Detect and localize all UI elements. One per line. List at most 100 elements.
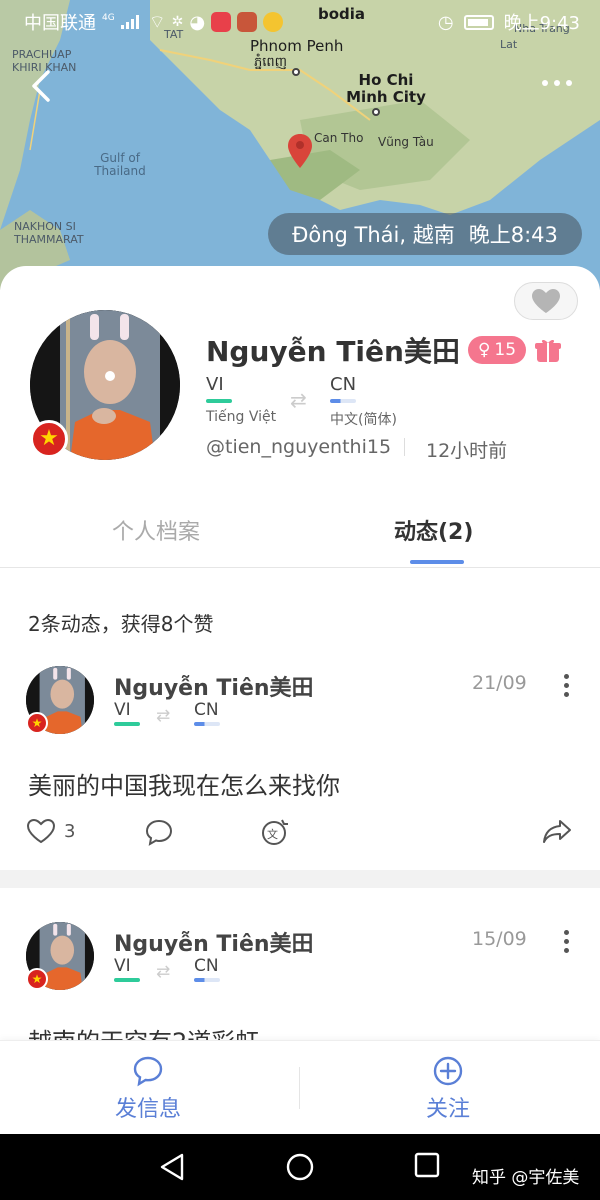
battery-icon — [463, 14, 494, 30]
post-more-button[interactable] — [564, 674, 569, 697]
location-pin-icon — [288, 134, 312, 168]
location-pill: Đông Thái, 越南 晚上8:43 — [268, 213, 582, 255]
alarm-icon: ◷ — [437, 11, 454, 33]
post-learning-bar — [194, 722, 220, 726]
plus-circle-icon — [433, 1056, 463, 1086]
learning-language: CN 中文(简体) — [330, 374, 397, 429]
favorite-button[interactable] — [514, 282, 578, 320]
level-value: 15 — [494, 340, 517, 360]
watermark: 知乎 @宇佐美 — [472, 1168, 580, 1188]
more-options-button[interactable] — [542, 80, 572, 86]
follow-button[interactable]: 关注 — [348, 1055, 548, 1123]
wifi-icon: ⌔ — [148, 11, 166, 33]
location-map: bodia Nha Trang TAT Lat Phnom Penh ភ្នំព… — [0, 0, 600, 290]
moment-post[interactable]: ★ Nguyễn Tiên美田 21/09 VI ⇄ CN 美丽的中国我现在怎么… — [0, 666, 600, 866]
map-label-vung-tau: Vũng Tàu — [378, 135, 434, 149]
like-count: 3 — [64, 820, 76, 842]
weibo-icon — [263, 12, 284, 32]
send-message-button[interactable]: 发信息 — [48, 1055, 248, 1123]
native-lang-bar — [206, 399, 232, 403]
post-native-bar — [114, 978, 140, 982]
swap-arrows-icon: ⇄ — [156, 962, 171, 982]
vietnam-flag-icon: ★ — [30, 420, 68, 458]
nav-recents-icon[interactable] — [414, 1152, 440, 1178]
share-icon[interactable] — [542, 818, 572, 844]
status-time: 晚上9:43 — [503, 13, 580, 34]
wechat-icon: ◕ — [189, 11, 206, 33]
bottom-bar-separator — [299, 1067, 300, 1109]
post-learning-bar — [194, 978, 220, 982]
learning-lang-name: 中文(简体) — [330, 412, 397, 428]
svg-text:文: 文 — [267, 827, 278, 841]
gift-icon[interactable] — [534, 336, 562, 364]
native-language: VI Tiếng Việt — [206, 374, 276, 425]
native-lang-code: VI — [206, 374, 224, 395]
post-native-lang: VI — [114, 700, 140, 732]
user-handle: @tien_nguyenthi15 — [206, 436, 392, 458]
network-label: 4G — [102, 13, 115, 23]
profile-card: ★ Nguyễn Tiên美田 ♀ 15 VI Tiếng Việt ⇄ CN … — [0, 266, 600, 1066]
swap-arrows-icon: ⇄ — [156, 706, 171, 726]
heart-icon — [532, 289, 560, 313]
post-author: Nguyễn Tiên美田 — [114, 932, 314, 957]
post-native-code: VI — [114, 956, 131, 976]
post-learning-lang: CN — [194, 956, 220, 988]
nfc-icon: ✲ — [171, 14, 184, 30]
app-notification-icon — [211, 12, 232, 32]
profile-name: Nguyễn Tiên美田 — [206, 335, 460, 368]
nav-back-icon[interactable] — [158, 1152, 186, 1182]
profile-tabs: 个人档案 动态(2) — [0, 496, 600, 568]
back-button[interactable] — [26, 68, 56, 104]
map-label-phnom-penh: Phnom Penh — [250, 37, 344, 55]
bottom-action-bar: 发信息 关注 — [0, 1040, 600, 1134]
post-text: 美丽的中国我现在怎么来找你 — [28, 772, 340, 800]
location-place: Đông Thái, 越南 — [292, 223, 455, 247]
signal-icon — [120, 15, 143, 29]
map-label-gulf: Gulf of Thailand — [94, 151, 146, 178]
learning-lang-code: CN — [330, 374, 357, 395]
handle-separator — [404, 438, 405, 456]
status-bar: 中国联通 4G ⌔ ✲ ◕ ◷ 晚上9:43 — [0, 0, 600, 40]
chat-bubble-icon — [133, 1056, 163, 1087]
learning-lang-bar — [330, 399, 356, 403]
post-learning-code: CN — [194, 956, 219, 976]
post-actions: 3 文 — [0, 818, 600, 858]
post-author: Nguyễn Tiên美田 — [114, 676, 314, 701]
hcmc-dot — [372, 108, 380, 116]
moments-summary: 2条动态，获得8个赞 — [28, 612, 214, 636]
post-date: 15/09 — [472, 928, 527, 950]
follow-label: 关注 — [425, 1097, 470, 1122]
last-seen: 12小时前 — [426, 440, 508, 462]
swap-arrows-icon: ⇄ — [290, 388, 307, 412]
nav-home-icon[interactable] — [285, 1152, 315, 1182]
post-learning-code: CN — [194, 700, 219, 720]
like-button[interactable]: 3 — [26, 818, 75, 844]
level-badge: ♀ 15 — [467, 336, 527, 364]
location-local-time: 晚上8:43 — [468, 223, 558, 247]
map-label-ho-chi-minh: Ho Chi Minh City — [346, 71, 426, 106]
post-native-bar — [114, 722, 140, 726]
post-native-code: VI — [114, 700, 131, 720]
active-tab-indicator — [410, 560, 464, 564]
heart-outline-icon — [26, 818, 56, 844]
map-label-can-tho: Can Tho — [314, 131, 364, 145]
tab-moments[interactable]: 动态(2) — [394, 514, 473, 546]
post-date: 21/09 — [472, 672, 527, 694]
vietnam-flag-icon: ★ — [26, 712, 48, 734]
carrier-label: 中国联通 — [24, 13, 96, 34]
female-icon: ♀ — [477, 340, 491, 360]
post-learning-lang: CN — [194, 700, 220, 732]
moment-post[interactable]: ★ Nguyễn Tiên美田 15/09 VI ⇄ CN 越南的天空有2道彩虹 — [0, 922, 600, 1052]
post-more-button[interactable] — [564, 930, 569, 953]
game-notification-icon — [237, 12, 258, 32]
translate-icon[interactable]: 文 — [260, 818, 290, 846]
phnom-penh-dot — [292, 68, 300, 76]
tab-profile[interactable]: 个人档案 — [112, 514, 200, 546]
comment-icon[interactable] — [144, 818, 174, 846]
post-divider — [0, 870, 600, 888]
map-label-nakhon: NAKHON SI THAMMARAT — [14, 220, 84, 246]
map-label-phnom-penh-khmer: ភ្នំពេញ — [254, 55, 288, 70]
native-lang-name: Tiếng Việt — [206, 409, 277, 425]
send-message-label: 发信息 — [114, 1097, 181, 1122]
post-native-lang: VI — [114, 956, 140, 988]
